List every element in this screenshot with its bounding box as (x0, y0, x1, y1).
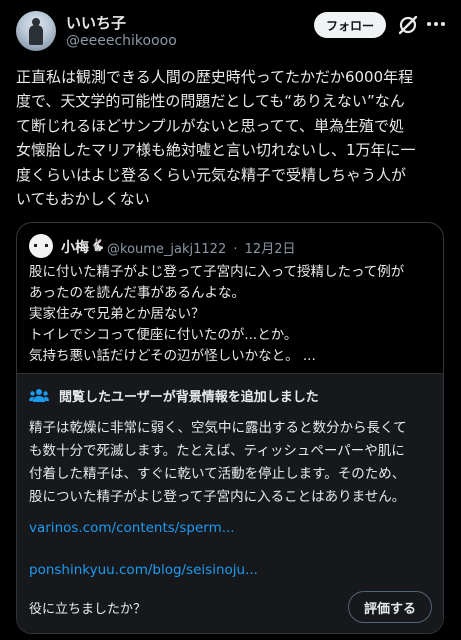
quoted-text-line: あったのを読んだ事があるんよな。 (29, 285, 245, 301)
note-body-line: 付着した精子は、すぐに乾いて活動を停止します。そのため、 (29, 466, 406, 482)
note-body: 精子は乾燥に非常に弱く、空気中に露出すると数分から長くて も数十分で死滅します。… (29, 417, 437, 509)
author-name[interactable]: いいち子 (66, 12, 126, 33)
note-link[interactable]: varinos.com/contents/sperm... (29, 520, 235, 536)
quoted-date: 12月2日 (244, 242, 296, 257)
quoted-author-handle: @koume_jakj1122 (107, 242, 227, 257)
quoted-text-line: トイレでシコって便座に付いたのが...とか。 (29, 327, 298, 343)
rabbit-icon: 🐇 (90, 238, 105, 252)
tweet-text-line: 度くらいはよじ登るくらい元気な精子で受精しちゃう人が (16, 165, 407, 184)
grok-icon[interactable] (397, 14, 419, 36)
note-body-line: も数十分で死滅します。たとえば、ティッシュペーパーや肌に (29, 443, 405, 459)
users-icon (29, 389, 49, 402)
note-body-line: 精子は乾燥に非常に弱く、空気中に露出すると数分から長くて (29, 420, 407, 436)
quoted-text-line: 実家住みで兄弟とか居ない？ (29, 306, 205, 322)
avatar-figure (29, 25, 43, 45)
avatar[interactable] (16, 11, 56, 51)
more-icon[interactable] (426, 14, 446, 34)
tweet-header: いいち子 @eeeechikoooo フォロー (0, 0, 461, 60)
community-note: 閲覧したユーザーが背景情報を追加しました 精子は乾燥に非常に弱く、空気中に露出す… (17, 373, 443, 633)
meta-separator: · (233, 242, 238, 257)
quoted-avatar-eyes (34, 244, 48, 247)
tweet-text-line: 正直私は観測できる人間の歴史時代ってたかだか6000年程 (16, 68, 414, 86)
note-title: 閲覧したユーザーが背景情報を追加しました (59, 390, 319, 405)
note-link[interactable]: ponshinkyuu.com/blog/seisinoju... (29, 562, 258, 578)
tweet-text-line: 女懐胎したマリア様も絶対嘘と言い切れないし、1万年に一 (16, 141, 416, 160)
quoted-meta: @koume_jakj1122 · 12月2日 (107, 238, 298, 257)
follow-button[interactable]: フォロー (314, 12, 386, 38)
tweet-text-line: いてもおかしくない (16, 190, 150, 209)
rate-button[interactable]: 評価する (348, 591, 432, 623)
quoted-text-line: 気持ち悪い話だけどその辺が怪しいかなと。 ... (29, 348, 316, 364)
quoted-text: 股に付いた精子がよじ登って子宮内に入って授精したって例が あったのを読んだ事があ… (29, 262, 439, 367)
quoted-avatar[interactable] (29, 234, 53, 258)
tweet-text-line: て断じれるほどサンプルがないと思ってて、単為生殖で処 (16, 116, 405, 135)
quoted-text-line: 股に付いた精子がよじ登って子宮内に入って授精したって例が (29, 264, 405, 280)
helpful-question: 役に立ちましたか？ (29, 602, 147, 617)
author-handle[interactable]: @eeeechikoooo (66, 33, 177, 49)
note-body-line: 股についた精子がよじ登って子宮内に入ることはありません。 (29, 489, 406, 505)
tweet-text-line: 度で、天文学的可能性の問題だとしても“ありえない”なん (16, 92, 405, 111)
tweet-text: 正直私は観測できる人間の歴史時代ってたかだか6000年程 度で、天文学的可能性の… (16, 65, 448, 211)
quoted-author-name: 小梅 (61, 240, 89, 256)
quoted-tweet[interactable]: 小梅 🐇 @koume_jakj1122 · 12月2日 股に付いた精子がよじ登… (16, 222, 444, 634)
